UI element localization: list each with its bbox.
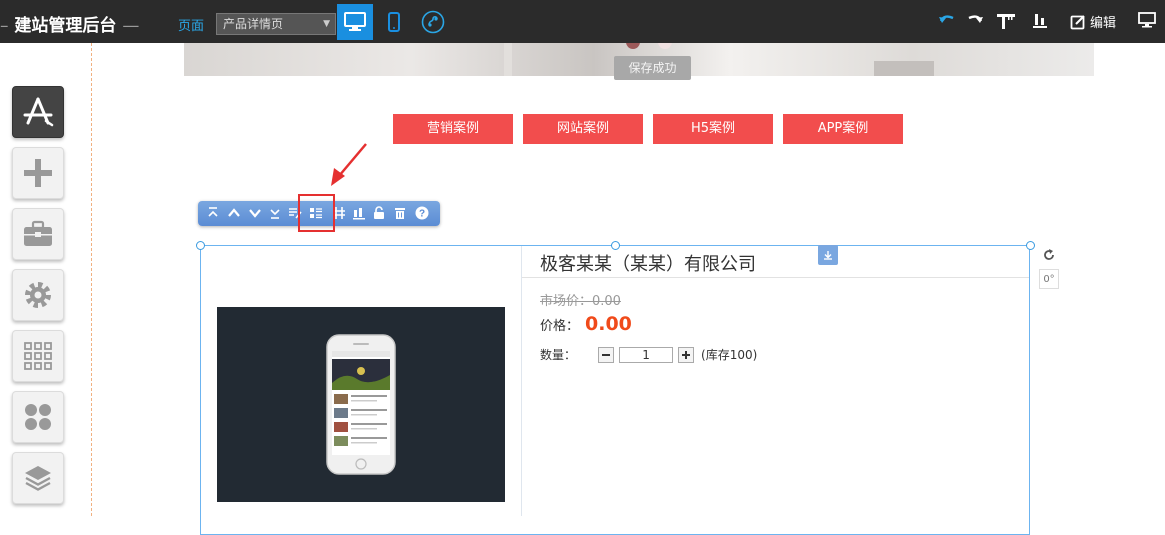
move-up-button[interactable] [226, 205, 242, 221]
page-select-value: 产品详情页 [223, 17, 284, 31]
quantity-increase-button[interactable] [678, 346, 695, 363]
mini-program-view-button[interactable] [415, 4, 451, 40]
bar-chart-icon [353, 208, 365, 220]
left-rail [0, 43, 92, 516]
brand-dash-left: – [0, 16, 9, 36]
edit-label: 编辑 [1090, 16, 1117, 31]
svg-text:?: ? [419, 209, 425, 220]
price-row: 价格： 0.00 [540, 313, 632, 335]
minus-icon [602, 353, 611, 356]
column-divider [521, 246, 522, 516]
move-top-button[interactable] [205, 205, 221, 221]
annotation-arrow [331, 143, 367, 186]
stock-text: (库存100) [701, 348, 758, 362]
mobile-view-button[interactable] [376, 4, 412, 40]
preview-button[interactable] [1138, 12, 1156, 28]
case-button-website[interactable]: 网站案例 [523, 114, 643, 144]
redo-button[interactable] [966, 12, 984, 26]
banner-decor [658, 43, 672, 49]
plus-icon [24, 159, 52, 187]
move-bottom-button[interactable] [267, 205, 283, 221]
download-button[interactable] [818, 245, 838, 265]
quantity-input[interactable]: 1 [619, 346, 674, 363]
chart-button[interactable] [1032, 12, 1048, 28]
undo-icon [939, 15, 954, 23]
app-store-icon [23, 97, 54, 127]
banner-decor [874, 61, 934, 76]
mini-program-icon [421, 10, 445, 34]
undo-button[interactable] [938, 12, 956, 26]
grid-icon [24, 342, 52, 370]
move-down-button[interactable] [247, 205, 263, 221]
edit-button[interactable]: 编辑 [1070, 12, 1116, 31]
add-component-button[interactable] [12, 147, 64, 199]
desktop-view-button[interactable] [337, 4, 373, 40]
quantity-row: 数量： 1 (库存100) [540, 346, 757, 363]
help-button[interactable]: ? [414, 205, 430, 221]
price-label: 价格： [540, 319, 580, 334]
annotation-highlight-box [298, 194, 335, 232]
resize-handle-top-middle[interactable] [611, 241, 620, 250]
gear-icon [25, 282, 51, 308]
monitor-icon [1138, 12, 1156, 28]
settings-button[interactable] [12, 269, 64, 321]
redo-icon [968, 15, 983, 23]
unlock-button[interactable] [371, 205, 387, 221]
case-button-app[interactable]: APP案例 [783, 114, 903, 144]
price-value: 0.00 [585, 313, 632, 335]
stats-button[interactable] [351, 205, 367, 221]
delete-button[interactable] [392, 205, 408, 221]
page-select[interactable]: 产品详情页 ▼ [216, 13, 336, 35]
mobile-icon [388, 12, 400, 32]
rotate-button[interactable] [1039, 245, 1059, 265]
clover-icon [25, 404, 51, 430]
top-bar: – 建站管理后台 — 页面 产品详情页 ▼ 编辑 [0, 0, 1165, 43]
resize-handle-top-right[interactable] [1026, 241, 1035, 250]
rotate-angle-input[interactable]: 0° [1039, 269, 1059, 289]
layers-button[interactable] [12, 452, 64, 504]
chevron-down-icon [249, 209, 261, 218]
case-button-h5[interactable]: H5案例 [653, 114, 773, 144]
chevron-down-icon: ▼ [323, 19, 330, 29]
bar-chart-icon [1033, 14, 1047, 28]
toolbox-button[interactable] [12, 208, 64, 260]
ruler-button[interactable] [996, 12, 1016, 30]
banner-decor [504, 43, 512, 76]
quantity-decrease-button[interactable] [598, 346, 615, 363]
brand: – 建站管理后台 — [0, 11, 139, 36]
chevron-up-icon [228, 208, 240, 217]
unlock-icon [374, 206, 384, 219]
trash-icon [395, 208, 405, 219]
save-toast: 保存成功 [614, 56, 691, 80]
case-button-marketing[interactable]: 营销案例 [393, 114, 513, 144]
edit-icon [1070, 14, 1085, 29]
desktop-icon [344, 12, 366, 31]
refresh-icon [1044, 249, 1054, 260]
brand-dash-right: — [122, 16, 140, 36]
grid-layout-button[interactable] [12, 330, 64, 382]
market-price: 市场价：0.00 [540, 294, 621, 309]
move-bottom-icon [270, 209, 280, 219]
app-store-button[interactable] [12, 86, 64, 138]
page-label: 页面 [178, 19, 205, 34]
layers-icon [25, 466, 51, 491]
widgets-button[interactable] [12, 391, 64, 443]
help-icon: ? [415, 206, 429, 220]
banner-decor [626, 43, 640, 49]
download-icon [824, 251, 832, 260]
resize-handle-top-left[interactable] [196, 241, 205, 250]
brand-title: 建站管理后台 [14, 16, 117, 36]
move-top-icon [208, 207, 218, 217]
product-title: 极客某某（某某）有限公司 [540, 254, 756, 275]
phone-mockup [326, 334, 396, 475]
plus-icon [682, 350, 691, 359]
toolbox-icon [24, 220, 52, 246]
product-image [217, 307, 505, 502]
ruler-icon [997, 14, 1015, 29]
quantity-label: 数量： [540, 348, 577, 362]
title-divider [522, 277, 1029, 278]
